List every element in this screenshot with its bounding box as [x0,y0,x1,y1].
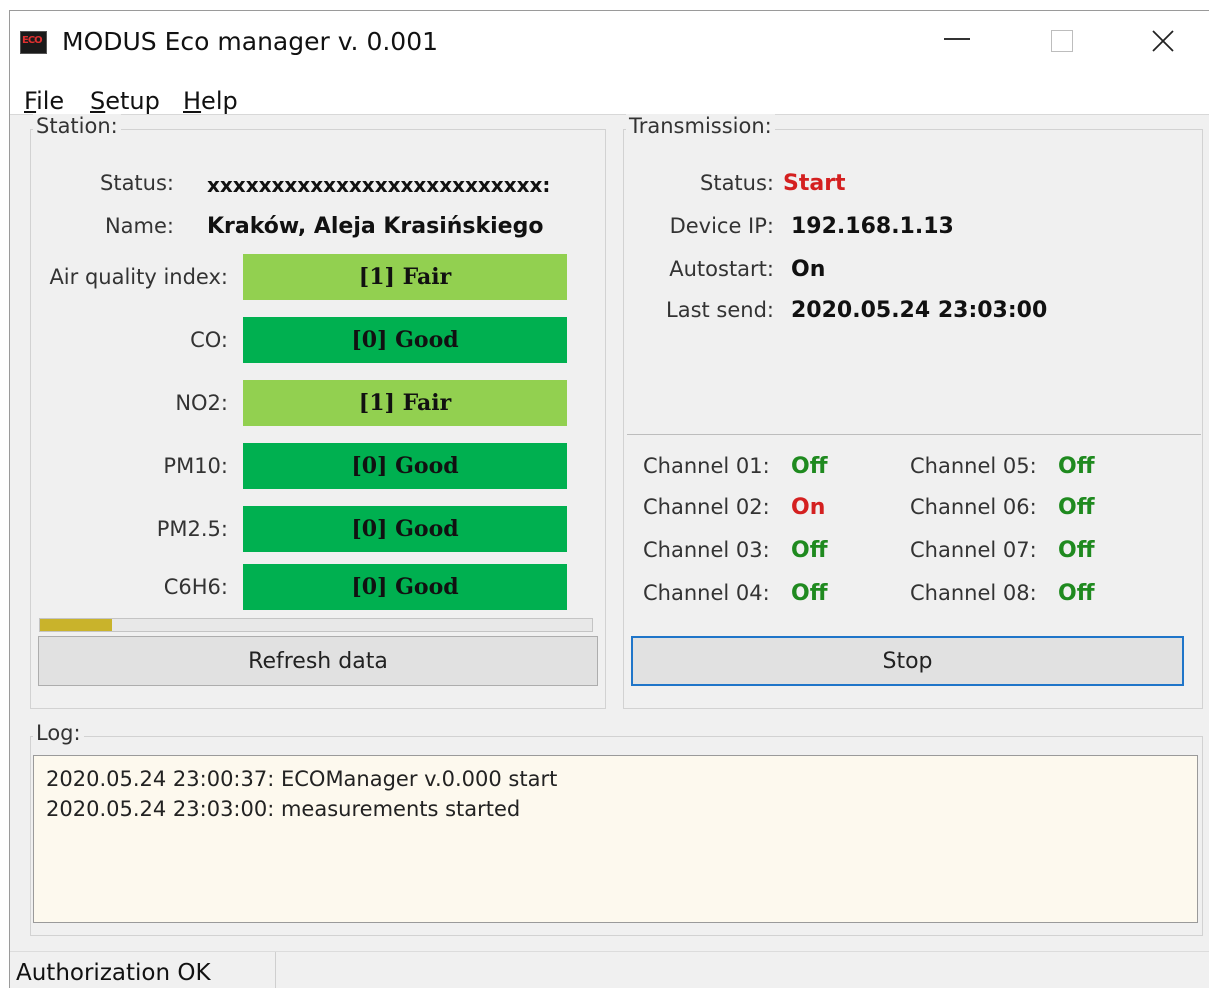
index-label: CO: [190,328,228,352]
channel-label: Channel 01: [643,454,770,478]
menu-bar: File Setup Help [10,71,1209,115]
title-bar[interactable]: ECO MODUS Eco manager v. 0.001 [10,11,1209,71]
maximize-icon [1051,30,1073,52]
channel-state: On [791,495,826,520]
index-value-box: [1] Fair [243,254,567,300]
last-send-value: 2020.05.24 23:03:00 [791,298,1048,323]
channel-state: Off [1058,454,1095,479]
channel-label: Channel 05: [910,454,1037,478]
station-name-label: Name: [104,214,174,238]
index-label: PM2.5: [156,517,228,541]
channel-state: Off [791,538,828,563]
index-value-box: [0] Good [243,506,567,552]
autostart-value: On [791,257,826,282]
close-icon [1152,30,1174,52]
menu-help[interactable]: Help [183,87,238,115]
stop-button[interactable]: Stop [631,636,1184,686]
index-label: C6H6: [163,575,228,599]
log-line: 2020.05.24 23:03:00: measurements starte… [46,797,521,821]
channel-label: Channel 07: [910,538,1037,562]
maximize-button[interactable] [1033,11,1091,71]
device-ip-value: 192.168.1.13 [791,214,954,239]
window-title: MODUS Eco manager v. 0.001 [62,27,439,56]
channel-state: Off [1058,538,1095,563]
device-ip-label: Device IP: [669,214,774,238]
index-label: Air quality index: [49,265,228,289]
transmission-separator [627,434,1201,435]
index-value-box: [0] Good [243,564,567,610]
menu-setup[interactable]: Setup [90,87,160,115]
menu-file[interactable]: File [24,87,64,115]
channel-label: Channel 03: [643,538,770,562]
transmission-group-label: Transmission: [626,114,775,138]
minimize-icon [944,38,970,40]
channel-label: Channel 08: [910,581,1037,605]
index-label: PM10: [163,454,228,478]
index-value-box: [1] Fair [243,380,567,426]
station-status-label: Status: [100,171,174,195]
station-group-label: Station: [33,114,121,138]
authorization-status: Authorization OK [10,952,276,988]
channel-label: Channel 04: [643,581,770,605]
refresh-data-button[interactable]: Refresh data [38,636,598,686]
log-line: 2020.05.24 23:00:37: ECOManager v.0.000 … [46,767,558,791]
transmission-status-label: Status: [700,171,774,195]
station-status-value: xxxxxxxxxxxxxxxxxxxxxxxxxx: [207,173,551,197]
last-send-label: Last send: [666,298,774,322]
close-button[interactable] [1134,11,1192,71]
main-window: ECO MODUS Eco manager v. 0.001 File Setu… [9,10,1209,988]
index-value-box: [0] Good [243,443,567,489]
channel-state: Off [1058,495,1095,520]
index-value-box: [0] Good [243,317,567,363]
refresh-progress-bar [39,618,593,632]
channel-state: Off [791,454,828,479]
index-label: NO2: [175,391,228,415]
transmission-status-value: Start [783,171,846,196]
channel-state: Off [791,581,828,606]
channel-label: Channel 02: [643,495,770,519]
station-name-value: Kraków, Aleja Krasińskiego [207,214,544,239]
autostart-label: Autostart: [669,257,774,281]
channel-label: Channel 06: [910,495,1037,519]
progress-fill [40,619,112,631]
eco-app-icon: ECO [20,31,47,54]
status-bar: Authorization OK [10,951,1209,988]
log-group-label: Log: [33,721,84,745]
log-output[interactable]: 2020.05.24 23:00:37: ECOManager v.0.000 … [33,755,1198,923]
minimize-button[interactable] [928,11,986,71]
channel-state: Off [1058,581,1095,606]
